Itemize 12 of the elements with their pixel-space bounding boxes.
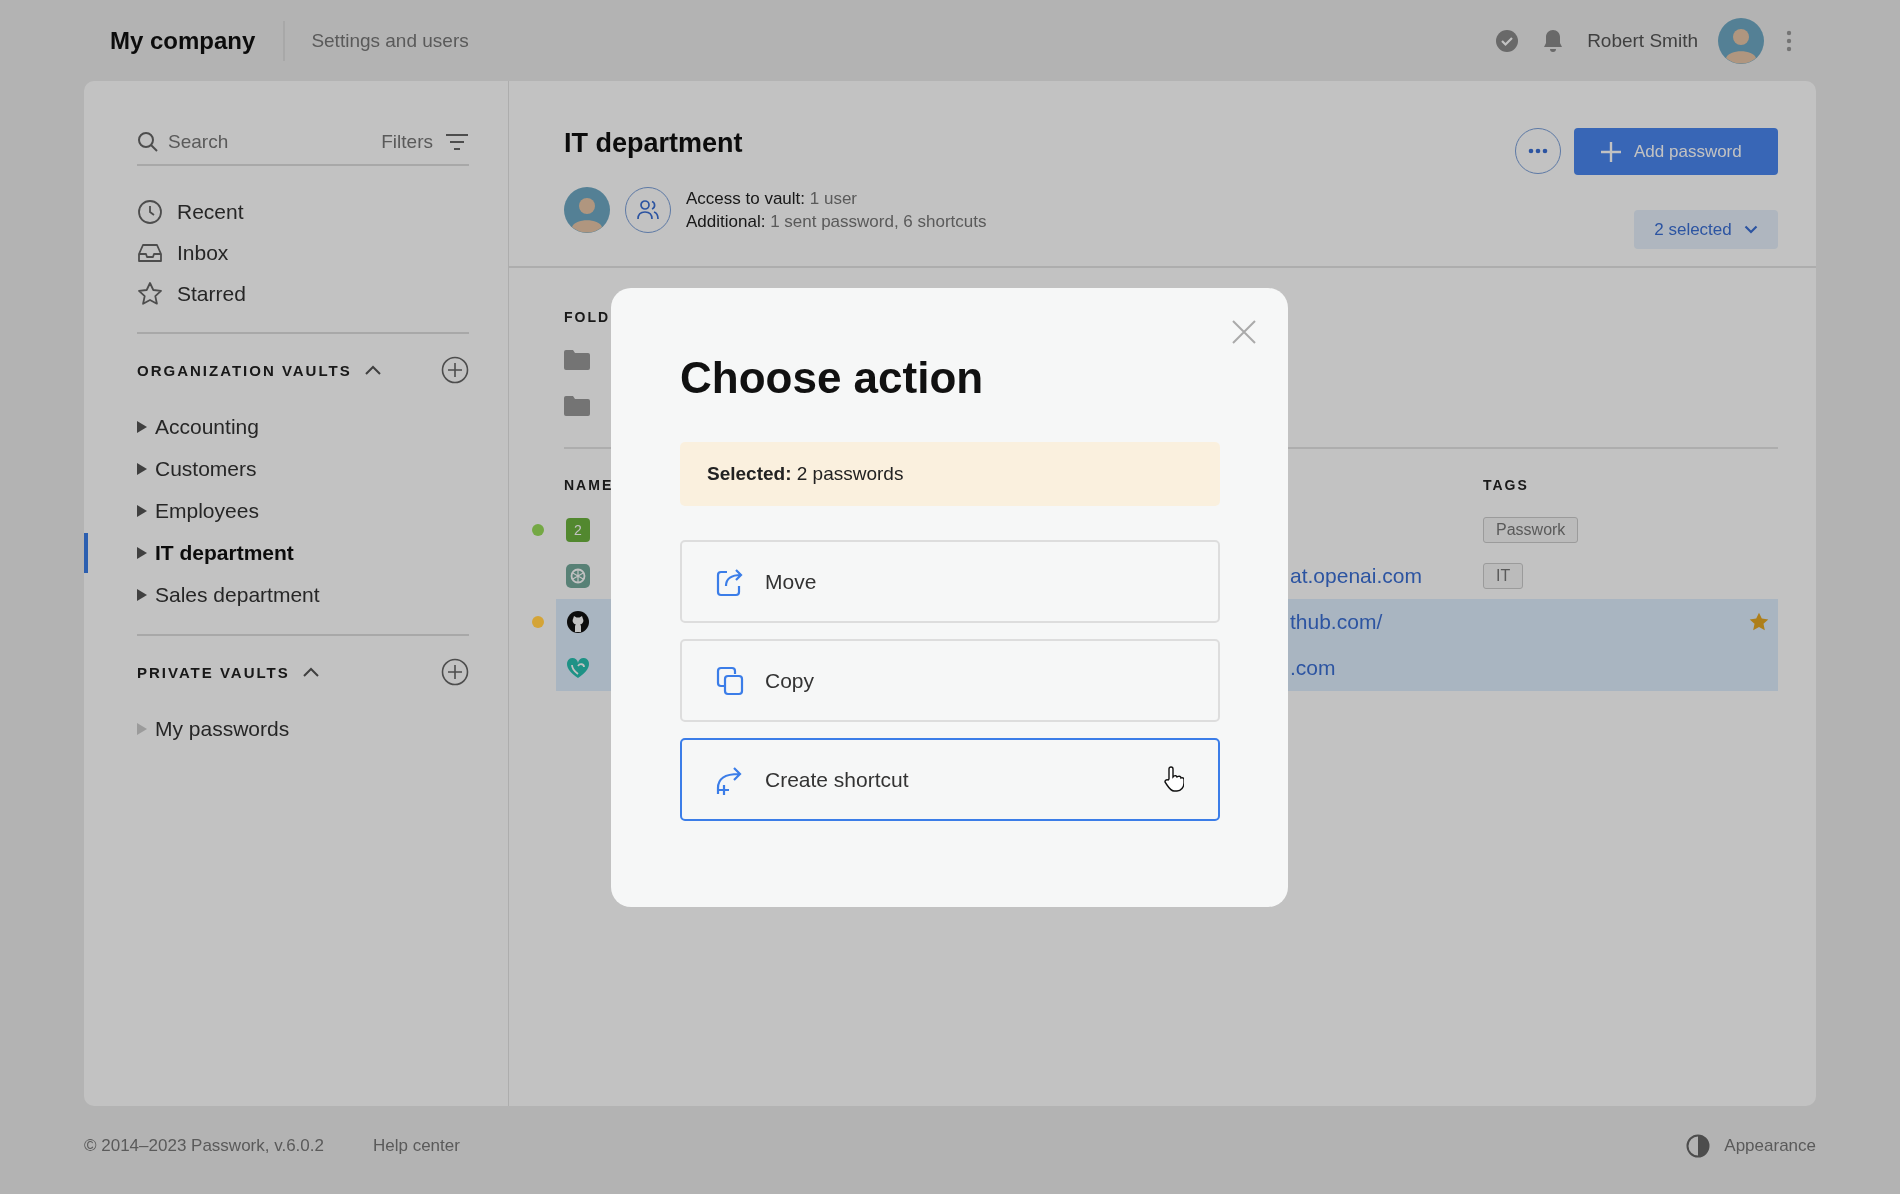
vault-title: IT department: [564, 128, 744, 160]
folders-heading: FOLD: [564, 309, 611, 325]
selection-notice: Selected: 2 passwords: [680, 442, 1220, 506]
section-title: PRIVATE VAULTS: [137, 663, 290, 681]
access-info: Access to vault: 1 user: [686, 188, 859, 210]
modal-title: Choose action: [680, 352, 984, 404]
number-badge: 2: [566, 518, 590, 542]
section-title: ORGANIZATION VAULTS: [137, 361, 352, 379]
additional-info: Additional: 1 sent password, 6 shortcuts: [686, 211, 987, 233]
column-header: TAGS: [1483, 477, 1529, 493]
copyright-text: © 2014–2023 Passwork, v.6.0.2: [84, 1136, 324, 1156]
column-header: NAME: [564, 477, 614, 493]
